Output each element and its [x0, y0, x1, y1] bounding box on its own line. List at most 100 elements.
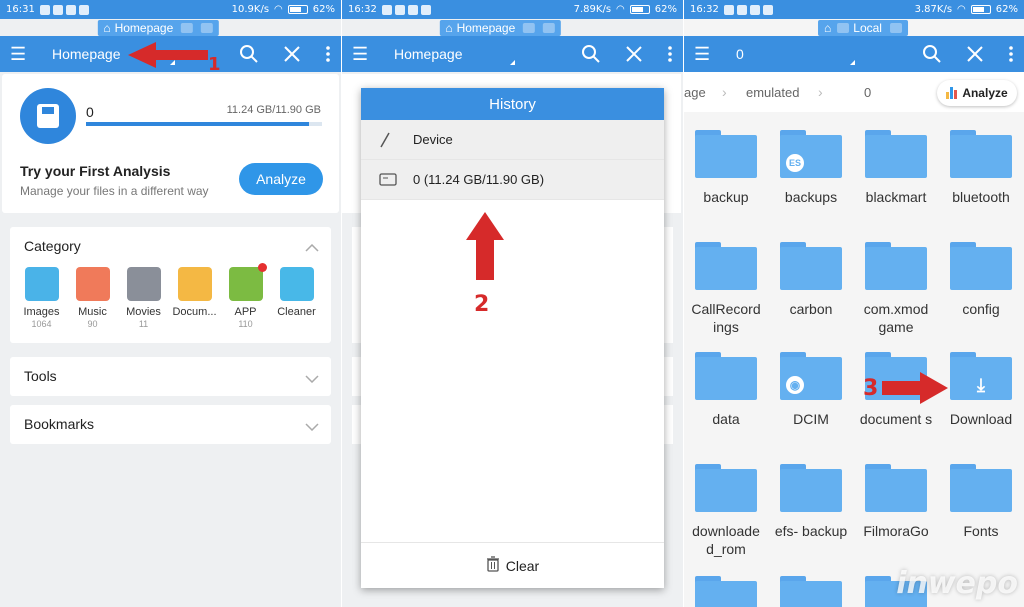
folder-item[interactable]: FilmoraGo	[854, 464, 938, 540]
folder-item[interactable]: bluetooth	[939, 130, 1023, 206]
battery-icon	[629, 5, 650, 14]
wifi-icon: ◠	[274, 4, 283, 15]
folder-item[interactable]	[769, 576, 853, 607]
folder-item[interactable]: ◉ DCIM	[769, 352, 853, 428]
tools-row[interactable]: Tools	[10, 357, 331, 396]
chrome-icon	[420, 4, 431, 15]
toolbar-title[interactable]: 0	[736, 46, 744, 62]
history-dialog: History Device 0 (11.24 GB/11.90 GB) Cle…	[361, 88, 664, 588]
clear-history-button[interactable]: Clear	[361, 542, 664, 588]
category-label: Music	[78, 306, 107, 318]
movies-icon	[126, 267, 161, 301]
more-options-icon[interactable]	[1008, 45, 1014, 63]
category-item-images[interactable]: Images 1064	[16, 267, 67, 329]
folder-icon	[695, 352, 757, 400]
line-icon	[723, 4, 734, 15]
folder-icon: ◉	[780, 352, 842, 400]
window-tab[interactable]: ⌂ Homepage	[439, 20, 562, 36]
history-row-storage[interactable]: 0 (11.24 GB/11.90 GB)	[361, 160, 664, 200]
menu-icon[interactable]: ☰	[10, 44, 44, 65]
toolbar-title[interactable]: Homepage	[52, 46, 121, 62]
dropdown-indicator-icon	[850, 60, 855, 65]
folder-item[interactable]: Fonts	[939, 464, 1023, 540]
tab-thumbnail-icon	[181, 23, 194, 33]
folder-label: Fonts	[963, 523, 999, 539]
gmail-icon	[407, 4, 418, 15]
folder-item[interactable]: blackmart	[854, 130, 938, 206]
folder-item[interactable]: com.xmod game	[854, 242, 938, 336]
category-label: Images	[23, 306, 60, 318]
folder-label: DCIM	[793, 411, 829, 427]
analyze-button[interactable]: Analyze	[239, 163, 323, 195]
folder-icon	[695, 464, 757, 512]
menu-icon[interactable]: ☰	[352, 44, 386, 65]
folder-item[interactable]: config	[939, 242, 1023, 318]
folder-label: backups	[784, 189, 838, 205]
network-speed: 7.89K/s	[573, 4, 612, 15]
category-label: Docum...	[172, 306, 217, 318]
breadcrumb-item[interactable]: emulated	[746, 85, 799, 100]
status-time: 16:32	[348, 4, 377, 15]
category-item-cleaner[interactable]: Cleaner	[271, 267, 322, 329]
category-item-movies[interactable]: Movies 11	[118, 267, 169, 329]
close-icon[interactable]	[625, 45, 643, 63]
status-bar: 16:31 10.9K/s ◠ 62%	[0, 0, 341, 19]
breadcrumb-item[interactable]: 0	[864, 85, 871, 100]
folder-item[interactable]: backup	[684, 130, 768, 206]
bookmarks-row[interactable]: Bookmarks	[10, 405, 331, 444]
history-row-device[interactable]: Device	[361, 120, 664, 160]
notification-dot	[257, 263, 267, 272]
folder-label: bluetooth	[952, 189, 1010, 205]
folder-item[interactable]: carbon	[769, 242, 853, 318]
menu-icon[interactable]: ☰	[694, 44, 728, 65]
category-count: 11	[138, 319, 149, 329]
camera-icon: ◉	[784, 374, 806, 396]
folder-item[interactable]: ES backups	[769, 130, 853, 206]
mail-icon	[394, 4, 405, 15]
folder-item[interactable]: efs- backup	[769, 464, 853, 540]
folder-label: blackmart	[865, 189, 927, 205]
folder-item[interactable]: data	[684, 352, 768, 428]
chevron-right-icon: ›	[818, 84, 823, 100]
documents-icon	[177, 267, 212, 301]
analyze-chip-button[interactable]: Analyze	[937, 80, 1017, 106]
search-icon[interactable]	[581, 44, 601, 64]
chevron-down-icon	[305, 418, 319, 436]
more-options-icon[interactable]	[325, 45, 331, 63]
bookmarks-label: Bookmarks	[24, 416, 95, 432]
homepage-panel: 16:31 10.9K/s ◠ 62% ⌂ Homepage ☰ Homepag…	[0, 0, 341, 607]
close-icon[interactable]	[966, 45, 984, 63]
category-item-documents[interactable]: Docum...	[169, 267, 220, 329]
category-count: 110	[238, 319, 253, 329]
window-tab-label: Homepage	[456, 21, 516, 35]
search-icon[interactable]	[239, 44, 259, 64]
history-dialog-title: History	[361, 88, 664, 120]
network-speed: 10.9K/s	[231, 4, 270, 15]
music-icon	[75, 267, 110, 301]
window-tab-label: Homepage	[114, 21, 174, 35]
storage-disk-icon	[20, 88, 76, 144]
folder-icon	[695, 130, 757, 178]
toolbar-title[interactable]: Homepage	[394, 46, 463, 62]
breadcrumb-item[interactable]: age	[684, 85, 706, 100]
window-tab[interactable]: ⌂ Homepage	[97, 20, 220, 36]
category-item-music[interactable]: Music 90	[67, 267, 118, 329]
more-options-icon[interactable]	[667, 45, 673, 63]
chrome-icon	[762, 4, 773, 15]
tab-thumbnail-icon	[543, 23, 556, 33]
folder-item[interactable]: downloade d_rom	[684, 464, 768, 558]
folder-item[interactable]: CallRecord ings	[684, 242, 768, 336]
chevron-up-icon[interactable]	[305, 239, 319, 257]
storage-progress-fill	[86, 122, 309, 126]
search-icon[interactable]	[922, 44, 942, 64]
category-item-app[interactable]: APP 110	[220, 263, 271, 329]
tools-label: Tools	[24, 368, 57, 384]
window-tab[interactable]: ⌂ Local	[818, 20, 908, 36]
folder-item[interactable]	[684, 576, 768, 607]
close-icon[interactable]	[283, 45, 301, 63]
gmail-icon	[65, 4, 76, 15]
home-icon: ⌂	[824, 21, 832, 35]
folder-item[interactable]: ⤓ Download	[939, 352, 1023, 428]
battery-icon	[970, 5, 991, 14]
download-icon: ⤓	[977, 374, 985, 395]
